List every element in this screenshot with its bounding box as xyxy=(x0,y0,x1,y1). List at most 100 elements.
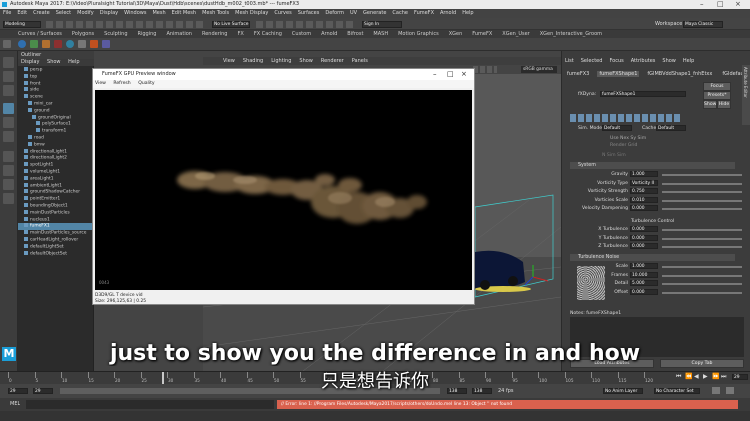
render-grid-checkbox[interactable]: Render Grid xyxy=(610,142,637,149)
outliner-row[interactable]: ambientLight1 xyxy=(18,182,94,190)
node-name-field[interactable]: fumeFXShape1 xyxy=(600,91,686,97)
preview-close-icon[interactable]: × xyxy=(461,69,467,80)
menu-edit[interactable]: Edit xyxy=(17,10,27,16)
outliner-row[interactable]: scene xyxy=(18,94,94,101)
attr-value-field[interactable]: 5.000 xyxy=(630,280,658,286)
attr-slider[interactable] xyxy=(662,229,742,231)
outliner-menu-help[interactable]: Help xyxy=(68,59,79,65)
outliner-row[interactable]: persp xyxy=(18,67,94,74)
preview-maximize-icon[interactable]: □ xyxy=(447,69,454,80)
menu-deform[interactable]: Deform xyxy=(325,10,344,16)
layout-outliner-icon[interactable] xyxy=(3,193,14,204)
sphere-icon[interactable] xyxy=(18,40,26,48)
sign-in-button[interactable]: Sign In xyxy=(362,21,402,28)
outliner-row[interactable]: pointEmitter1 xyxy=(18,196,94,203)
outliner-row[interactable]: nucleus1 xyxy=(18,216,94,224)
menu-display[interactable]: Display xyxy=(100,10,118,16)
fumefx-toolbar[interactable] xyxy=(570,114,682,122)
rotate-tool-icon[interactable] xyxy=(3,117,14,128)
outliner-row[interactable]: defaultLightSet xyxy=(18,243,94,251)
menu-mesh-display[interactable]: Mesh Display xyxy=(235,10,268,16)
attr-value-field[interactable]: 0.000 xyxy=(630,226,658,232)
sim-mode-dropdown[interactable]: Default xyxy=(602,125,632,131)
menu-curves[interactable]: Curves xyxy=(274,10,291,16)
shelf-tab-fx-caching[interactable]: FX Caching xyxy=(254,31,282,37)
attr-slider[interactable] xyxy=(662,246,742,248)
outliner-row[interactable]: spotLight1 xyxy=(18,162,94,169)
cache-dropdown[interactable]: Default xyxy=(656,125,686,131)
paint-tool-icon[interactable] xyxy=(3,85,14,96)
attr-slider[interactable] xyxy=(662,199,742,202)
menu-select[interactable]: Select xyxy=(56,10,71,16)
torus-icon[interactable] xyxy=(66,40,74,48)
outliner-menu-show[interactable]: Show xyxy=(47,59,61,65)
attr-slider[interactable] xyxy=(662,182,742,185)
shelf-tab-rigging[interactable]: Rigging xyxy=(138,31,157,37)
attr-slider[interactable] xyxy=(662,237,742,240)
outliner-row[interactable]: volumeLight1 xyxy=(18,169,94,176)
attr-value-field[interactable]: 0.000 xyxy=(630,234,658,241)
attr-value-field[interactable]: 0.000 xyxy=(630,243,658,249)
select-tool-icon[interactable] xyxy=(3,57,14,68)
shelf-tab-animation[interactable]: Animation xyxy=(166,31,192,37)
outliner-row[interactable]: groundShadowCatcher xyxy=(18,189,94,196)
lasso-tool-icon[interactable] xyxy=(3,71,14,82)
turbulence-control-checkbox[interactable]: Turbulence Control xyxy=(631,218,674,225)
preview-minimize-icon[interactable]: – xyxy=(433,69,437,80)
attr-value-field[interactable]: 0.000 xyxy=(630,205,658,211)
menu-create[interactable]: Create xyxy=(33,10,50,16)
menu-file[interactable]: File xyxy=(3,10,11,16)
menu-modify[interactable]: Modify xyxy=(77,10,94,16)
menu-help[interactable]: Help xyxy=(462,10,473,16)
viewport-menu-renderer[interactable]: Renderer xyxy=(321,58,344,64)
move-tool-icon[interactable] xyxy=(3,103,14,114)
shelf-tab-bifrost[interactable]: Bifrost xyxy=(347,31,363,37)
attr-slider[interactable] xyxy=(662,266,742,268)
attr-value-field[interactable]: 0.750 xyxy=(630,188,658,194)
shelf-tab-fx[interactable]: FX xyxy=(238,31,244,37)
system-section-header[interactable]: System xyxy=(570,162,735,169)
outliner-row[interactable]: defaultObjectSet xyxy=(18,250,94,258)
outliner-row[interactable]: groundOriginal xyxy=(18,114,94,122)
shelf-tab-polygons[interactable]: Polygons xyxy=(72,31,94,37)
maximize-icon[interactable]: □ xyxy=(717,0,724,9)
attr-menu-focus[interactable]: Focus xyxy=(609,58,623,64)
cube-icon[interactable] xyxy=(30,40,38,48)
menu-surfaces[interactable]: Surfaces xyxy=(298,10,320,16)
layout-split-icon[interactable] xyxy=(3,179,14,190)
attr-slider[interactable] xyxy=(662,291,742,294)
srgb-gamma-badge[interactable]: sRGB gamma xyxy=(521,66,557,73)
menu-arnold[interactable]: Arnold xyxy=(440,10,456,16)
attr-slider[interactable] xyxy=(662,174,742,176)
mel-input[interactable] xyxy=(26,400,274,409)
presets-button[interactable]: Presets* xyxy=(703,91,731,100)
shelf-tab-motion-graphics[interactable]: Motion Graphics xyxy=(398,31,439,37)
shelf-tab-fumefx[interactable]: FumeFX xyxy=(472,31,492,37)
attr-value-field[interactable]: 0.000 xyxy=(630,288,658,295)
shelf-tab-curves-surfaces[interactable]: Curves / Surfaces xyxy=(18,31,62,37)
attr-slider[interactable] xyxy=(662,274,742,277)
shelf-tab-xgen-user[interactable]: XGen_User xyxy=(502,31,529,37)
menu-windows[interactable]: Windows xyxy=(124,10,146,16)
live-surface-field[interactable]: No Live Surface xyxy=(212,21,250,28)
attr-tab[interactable]: fGIMBVddShape1_fnhEtxx xyxy=(645,71,714,77)
fumefx-icon[interactable] xyxy=(90,40,98,48)
outliner-row[interactable]: ground xyxy=(18,107,94,115)
attr-slider[interactable] xyxy=(662,191,742,193)
cone-icon[interactable] xyxy=(54,40,62,48)
outliner-row[interactable]: carHeadLight_rollover xyxy=(18,237,94,244)
attr-menu-list[interactable]: List xyxy=(565,58,574,64)
layout-four-icon[interactable] xyxy=(3,151,14,162)
menu-mesh[interactable]: Mesh xyxy=(152,10,165,16)
workspace-dropdown[interactable]: Maya Classic xyxy=(683,21,723,28)
mode-dropdown[interactable]: Modeling xyxy=(3,21,41,28)
outliner-row[interactable]: mainDustParticles xyxy=(18,209,94,217)
menu-generate[interactable]: Generate xyxy=(363,10,386,16)
preview-menu-refresh[interactable]: Refresh xyxy=(113,81,130,86)
attr-value-field[interactable]: Vorticity II xyxy=(630,179,658,186)
shelf-settings-icon[interactable] xyxy=(3,40,11,48)
shelf-tab-custom[interactable]: Custom xyxy=(292,31,311,37)
preview-render-canvas[interactable]: 0043 xyxy=(95,90,472,290)
outliner-row[interactable]: side xyxy=(18,87,94,94)
attr-slider[interactable] xyxy=(662,283,742,285)
